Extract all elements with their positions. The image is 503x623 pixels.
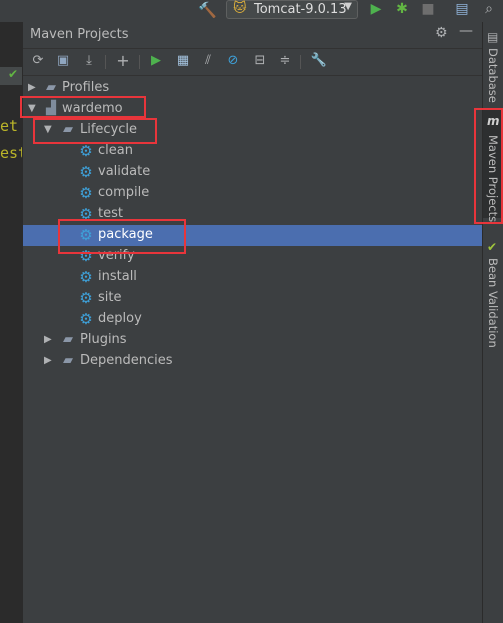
tree-node-goal[interactable]: ⚙ install (23, 267, 483, 288)
tree-node-label: Lifecycle (80, 122, 138, 137)
tab-label: Bean Validation (486, 258, 500, 348)
tree-node-goal[interactable]: ⚙ compile (23, 183, 483, 204)
minimize-icon[interactable]: — (459, 23, 473, 39)
tree-node-goal-selected[interactable]: ⚙ package (23, 225, 483, 246)
run-icon[interactable]: ▶ (368, 1, 384, 19)
expand-arrow-icon[interactable]: ▶ (44, 334, 52, 345)
debug-icon[interactable]: ✱ (394, 1, 410, 19)
toolbar-separator (300, 55, 301, 69)
tab-bean-validation[interactable]: ✔ Bean Validation (483, 236, 503, 348)
editor-tab[interactable]: ✔ (0, 67, 22, 85)
tree-node-goal[interactable]: ⚙ verify (23, 246, 483, 267)
run-icon[interactable]: ▶ (147, 53, 165, 71)
maven-icon: m (487, 114, 500, 128)
gear-icon: ⚙ (79, 163, 93, 181)
tree-node-profiles[interactable]: ▶ ▰ Profiles (23, 78, 483, 99)
goal-label: compile (98, 185, 150, 200)
toolbar-separator (139, 55, 140, 69)
chevron-down-icon: ▼ (344, 1, 352, 12)
goal-label: clean (98, 143, 133, 158)
lifecycle-folder-icon: ▰ (63, 122, 73, 137)
tab-label: Database (486, 48, 500, 103)
tree-node-goal[interactable]: ⚙ validate (23, 162, 483, 183)
panel-title: Maven Projects (30, 27, 129, 42)
project-structure-icon[interactable]: ▤ (454, 1, 470, 19)
toolbar-separator (105, 55, 106, 69)
tree-node-plugins[interactable]: ▶ ▰ Plugins (23, 330, 483, 351)
add-icon[interactable]: + (114, 51, 132, 70)
expand-arrow-icon[interactable]: ▶ (44, 355, 52, 366)
collapse-icon[interactable]: ≑ (276, 53, 294, 71)
tree-node-label: Profiles (62, 80, 110, 95)
goal-label: site (98, 290, 122, 305)
maven-module-icon: ▟ (46, 101, 56, 116)
panel-header: Maven Projects ⚙ — (23, 22, 483, 49)
collapse-arrow-icon[interactable]: ▼ (28, 103, 36, 114)
tomcat-icon: 🐱 (233, 1, 247, 16)
settings-icon[interactable]: ⚙ (435, 25, 448, 41)
gear-icon: ⚙ (79, 205, 93, 223)
skip-tests-icon[interactable]: ⊘ (224, 53, 242, 71)
toggle-offline-icon[interactable]: ⫽ (199, 53, 217, 71)
tree-node-label: Plugins (80, 332, 127, 347)
generate-sources-icon[interactable]: ▣ (54, 53, 72, 71)
gear-icon: ⚙ (79, 268, 93, 286)
expand-arrow-icon[interactable]: ▶ (28, 82, 36, 93)
plugins-folder-icon: ▰ (63, 332, 73, 347)
gear-icon: ⚙ (79, 289, 93, 307)
download-icon[interactable]: ⤓ (80, 53, 98, 71)
goal-label: test (98, 206, 123, 221)
tree-node-dependencies[interactable]: ▶ ▰ Dependencies (23, 351, 483, 372)
run-configuration-label: Tomcat-9.0.13 (254, 2, 347, 17)
folder-icon: ▰ (46, 80, 56, 95)
dependencies-folder-icon: ▰ (63, 353, 73, 368)
gear-icon: ⚙ (79, 142, 93, 160)
tree-node-project[interactable]: ▼ ▟ wardemo (23, 99, 483, 120)
gear-icon: ⚙ (79, 247, 93, 265)
tree-node-goal[interactable]: ⚙ clean (23, 141, 483, 162)
stop-icon[interactable]: ■ (420, 1, 436, 19)
tab-maven-projects[interactable]: m Maven Projects (483, 108, 503, 222)
build-hammer-icon[interactable]: 🔨 (198, 1, 217, 19)
goal-label: package (98, 227, 153, 242)
show-dependencies-icon[interactable]: ⊟ (251, 53, 269, 71)
editor-area: ✔ et est (0, 22, 27, 623)
goal-label: verify (98, 248, 135, 263)
tree-node-goal[interactable]: ⚙ test (23, 204, 483, 225)
tree-node-lifecycle[interactable]: ▼ ▰ Lifecycle (23, 120, 483, 141)
run-configuration-select[interactable]: 🐱 Tomcat-9.0.13 ▼ (226, 0, 358, 19)
goal-label: deploy (98, 311, 142, 326)
right-tool-strip: ▤ Database m Maven Projects ✔ Bean Valid… (482, 22, 503, 623)
database-icon: ▤ (487, 30, 499, 44)
tab-label: Maven Projects (486, 135, 500, 223)
main-toolbar: 🔨 🐱 Tomcat-9.0.13 ▼ ▶ ✱ ■ ▤ ⌕ (0, 0, 503, 22)
goal-label: install (98, 269, 137, 284)
tree-node-label: wardemo (62, 101, 123, 116)
tree-node-goal[interactable]: ⚙ site (23, 288, 483, 309)
code-fragment: et (0, 117, 19, 135)
tree-node-goal[interactable]: ⚙ deploy (23, 309, 483, 330)
tab-database[interactable]: ▤ Database (483, 26, 503, 104)
reimport-icon[interactable]: ⟳ (29, 53, 47, 71)
search-icon[interactable]: ⌕ (481, 1, 497, 19)
tree-node-label: Dependencies (80, 353, 173, 368)
gear-icon: ⚙ (79, 226, 93, 244)
wrench-icon[interactable]: 🔧 (310, 53, 328, 71)
gear-icon: ⚙ (79, 310, 93, 328)
gear-icon: ⚙ (79, 184, 93, 202)
goal-label: validate (98, 164, 151, 179)
bean-validation-icon: ✔ (487, 240, 498, 254)
collapse-arrow-icon[interactable]: ▼ (44, 124, 52, 135)
check-icon: ✔ (8, 67, 19, 81)
execute-goal-icon[interactable]: ▦ (174, 53, 192, 71)
maven-toolbar: ⟳ ▣ ⤓ + ▶ ▦ ⫽ ⊘ ⊟ ≑ 🔧 (23, 49, 483, 76)
maven-projects-panel: Maven Projects ⚙ — ⟳ ▣ ⤓ + ▶ ▦ ⫽ ⊘ ⊟ ≑ 🔧… (22, 22, 483, 623)
